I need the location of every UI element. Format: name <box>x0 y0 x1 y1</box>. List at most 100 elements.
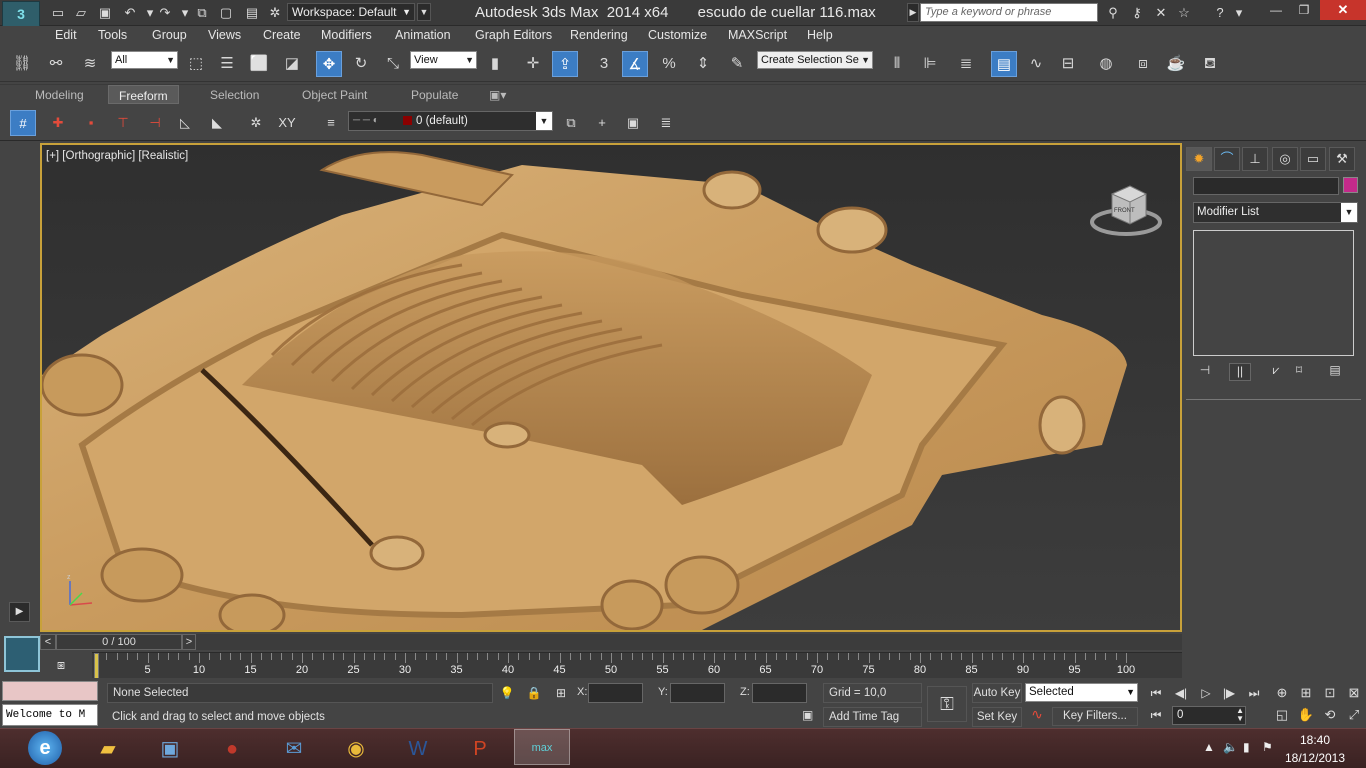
keyboard-shortcut-override-icon[interactable]: ⇪ <box>552 51 578 77</box>
maxscript-mini-listener-input[interactable] <box>2 681 98 701</box>
help-icon[interactable]: ? <box>1211 4 1229 22</box>
default-in-out-tangent-icon[interactable]: ∿ <box>1026 706 1048 726</box>
field-of-view-icon[interactable]: ◱ <box>1272 705 1292 725</box>
maxscript-listener-toggle[interactable] <box>4 636 40 672</box>
volume-icon[interactable]: 🔈 <box>1223 740 1238 754</box>
rectangular-selection-icon[interactable]: ⬜ <box>246 51 272 77</box>
named-selection-sets-select[interactable]: Create Selection Se ▼ <box>757 51 873 69</box>
select-and-rotate-icon[interactable]: ↻ <box>348 51 374 77</box>
set-key-mode-button[interactable]: Set Key <box>972 707 1022 727</box>
z-coordinate-field[interactable] <box>752 683 807 703</box>
ribbon-options-icon[interactable]: ▣▾ <box>489 88 506 102</box>
add-time-tag-button[interactable]: Add Time Tag <box>823 707 922 727</box>
help-dropdown-icon[interactable]: ▾ <box>1230 4 1248 22</box>
hierarchy-panel-tab[interactable]: ⊥ <box>1242 147 1268 171</box>
set-current-layer-icon[interactable]: ≣ <box>653 110 679 136</box>
bind-to-space-warp-icon[interactable]: ≋ <box>77 51 103 77</box>
show-hidden-icons-icon[interactable]: ▲ <box>1203 740 1215 754</box>
xy-constraint-button[interactable]: XY <box>274 110 300 136</box>
save-icon[interactable]: ▣ <box>96 4 114 21</box>
menu-maxscript[interactable]: MAXScript <box>728 28 787 42</box>
zoom-extents-all-icon[interactable]: ⊠ <box>1344 683 1364 703</box>
communication-center-icon[interactable]: ✕ <box>1152 4 1170 22</box>
network-icon[interactable]: ▮ <box>1243 740 1250 754</box>
new-file-icon[interactable]: ▭ <box>49 4 67 21</box>
3ds-max-icon[interactable]: max <box>514 729 570 765</box>
viewport-orthographic[interactable]: [+] [Orthographic] [Realistic] FRONT z <box>40 143 1182 632</box>
redo-dropdown-icon[interactable]: ▾ <box>176 4 194 21</box>
application-menu-button[interactable]: 3 <box>2 1 40 27</box>
set-key-icon[interactable]: ⚿ <box>927 686 967 722</box>
open-mini-curve-editor-icon[interactable]: ⧆ <box>48 654 74 676</box>
time-slider[interactable]: < 0 / 100 > <box>40 634 1182 650</box>
isolate-selection-icon[interactable]: 💡 <box>498 684 516 702</box>
key-filters-button[interactable]: Key Filters... <box>1052 707 1138 726</box>
y-coordinate-field[interactable] <box>670 683 725 703</box>
maximize-viewport-icon[interactable]: ⤢ <box>1344 705 1364 725</box>
menu-rendering[interactable]: Rendering <box>570 28 628 42</box>
time-slider-thumb[interactable]: 0 / 100 <box>56 634 182 650</box>
remove-modifier-icon[interactable]: ⌑ <box>1288 363 1310 381</box>
layer-manager-icon[interactable]: ≣ <box>953 51 979 77</box>
snaps-toggle-icon[interactable]: 3 <box>591 51 617 77</box>
next-key-icon[interactable]: |▶ <box>1218 684 1240 702</box>
previous-key-icon[interactable]: ◀| <box>1170 684 1192 702</box>
pin-stack-icon[interactable]: ⊣ <box>1194 363 1216 381</box>
align-icon[interactable]: ⊫ <box>917 51 943 77</box>
add-selection-to-layer-icon[interactable]: ⧉ <box>558 110 584 136</box>
maxscript-mini-listener-output[interactable]: Welcome to M <box>2 704 98 726</box>
show-end-result-icon[interactable]: || <box>1229 363 1251 381</box>
current-frame-field[interactable]: 0 ▲ ▼ <box>1172 706 1246 725</box>
menu-edit[interactable]: Edit <box>55 28 77 42</box>
endpoint-snap-icon[interactable]: ▪ <box>78 110 104 136</box>
selection-lock-icon[interactable]: 🔒 <box>525 684 543 702</box>
favorites-star-icon[interactable]: ☆ <box>1175 4 1193 22</box>
x-coordinate-field[interactable] <box>588 683 643 703</box>
clock-date[interactable]: 18/12/2013 <box>1280 751 1350 765</box>
adaptive-degradation-icon[interactable]: ▣ <box>802 708 818 724</box>
outlook-icon[interactable]: ✉ <box>266 731 322 767</box>
spinner-snap-icon[interactable]: ⇕ <box>690 51 716 77</box>
minimize-button[interactable]: — <box>1262 0 1290 20</box>
zoom-all-icon[interactable]: ⊞ <box>1296 683 1316 703</box>
object-name-field[interactable] <box>1193 177 1339 195</box>
word-icon[interactable]: W <box>390 731 446 767</box>
graphite-ribbon-toggle-icon[interactable]: ▤ <box>991 51 1017 77</box>
project-folder-icon[interactable]: ▤ <box>243 4 261 21</box>
modifier-stack[interactable] <box>1193 230 1354 356</box>
media-player-icon[interactable]: ● <box>204 731 260 767</box>
render-production-icon[interactable]: ⛾ <box>1197 51 1223 77</box>
current-layer-select[interactable]: ─ ─ ◐ 0 (default) ▼ <box>348 111 553 131</box>
modifier-list-select[interactable]: Modifier List ▼ <box>1193 202 1358 223</box>
trackbar[interactable]: 5 10 15 20 25 30 35 40 45 50 55 60 65 70 75 80 85 90 95 100 <box>92 652 1182 679</box>
make-unique-icon[interactable]: ⩗ <box>1265 363 1287 381</box>
file-explorer-icon[interactable]: ▰ <box>80 731 136 767</box>
menu-animation[interactable]: Animation <box>395 28 451 42</box>
selection-filter-select[interactable]: All ▼ <box>111 51 178 69</box>
spinner-icon[interactable]: ▲ ▼ <box>1236 707 1244 723</box>
unlink-icon[interactable]: ⚯ <box>43 51 69 77</box>
expand-viewport-layout-icon[interactable]: ▶ <box>9 602 30 622</box>
manipulate-icon[interactable]: ✛ <box>520 51 546 77</box>
material-editor-icon[interactable]: ◍ <box>1093 51 1119 77</box>
curve-editor-icon[interactable]: ∿ <box>1023 51 1049 77</box>
pivot-center-icon[interactable]: ▮ <box>482 51 508 77</box>
edge-snap-icon[interactable]: ⊣ <box>142 110 168 136</box>
edit-named-selection-icon[interactable]: ✎ <box>724 51 750 77</box>
motion-panel-tab[interactable]: ◎ <box>1272 147 1298 171</box>
layers-stack-icon[interactable]: ≡ <box>318 110 344 136</box>
go-to-start-icon[interactable]: ⏮ <box>1145 684 1167 702</box>
hold-icon[interactable]: ⧉ <box>193 4 211 21</box>
select-layer-objects-icon[interactable]: ▣ <box>620 110 646 136</box>
workspace-menu-button[interactable]: ▼ <box>417 3 431 21</box>
key-selection-set-select[interactable]: Selected ▼ <box>1025 683 1138 702</box>
play-icon[interactable]: ▷ <box>1195 684 1217 702</box>
menu-group[interactable]: Group <box>152 28 187 42</box>
powerpoint-icon[interactable]: P <box>452 731 508 767</box>
render-setup-icon[interactable]: ✲ <box>266 4 284 21</box>
auto-key-button[interactable]: Auto Key <box>972 683 1022 703</box>
pivot-snap-icon[interactable]: ◣ <box>204 110 230 136</box>
percent-snap-icon[interactable]: % <box>656 51 682 77</box>
create-new-layer-icon[interactable]: + <box>589 110 615 136</box>
render-setup-icon[interactable]: ⧈ <box>1130 51 1156 77</box>
